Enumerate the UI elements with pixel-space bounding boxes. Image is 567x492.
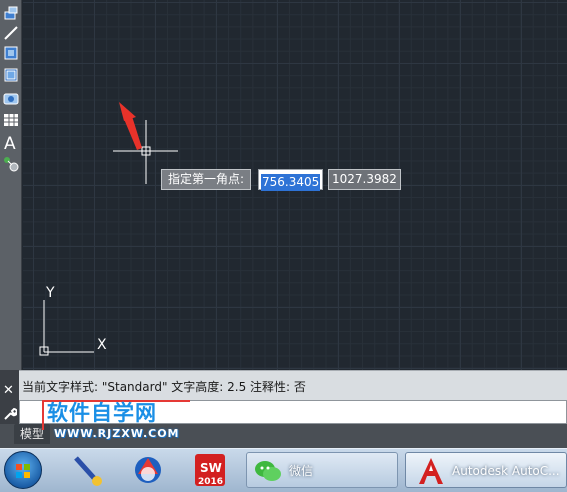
tab-model[interactable]: 模型 <box>14 424 51 444</box>
autocad-icon <box>419 458 443 484</box>
dynamic-input-prompt: 指定第一角点: <box>161 169 252 190</box>
ucs-y-label: Y <box>45 285 55 301</box>
wrench-icon[interactable] <box>3 406 18 425</box>
windows-logo-icon <box>16 464 30 478</box>
watermark-border-left <box>42 400 44 430</box>
svg-text:SW: SW <box>200 461 222 475</box>
watermark-url: WWW.RJZXW.COM <box>54 427 180 440</box>
x-value-text: 756.3405 <box>261 174 321 191</box>
taskbar-button-autocad[interactable]: Autodesk AutoC... <box>405 452 567 488</box>
dynamic-input-y-field[interactable]: 1027.3982 <box>328 169 401 190</box>
autocad-label: Autodesk AutoC... <box>452 464 560 478</box>
watermark-title: 软件自学网 <box>47 401 157 425</box>
ucs-icon <box>39 300 94 356</box>
wechat-label: 微信 <box>289 464 314 478</box>
pointer-arrow-icon <box>119 102 142 150</box>
taskbar-app-paintbrush[interactable] <box>70 452 106 488</box>
taskbar-button-wechat[interactable]: 微信 <box>246 452 398 488</box>
wechat-icon <box>255 461 281 481</box>
svg-text:2016: 2016 <box>198 477 223 487</box>
command-history-line: 当前文字样式: "Standard" 文字高度: 2.5 注释性: 否 <box>22 380 306 394</box>
paintbrush-icon <box>74 456 102 486</box>
taskbar-app-globe[interactable] <box>130 452 166 488</box>
solidworks-icon: SW 2016 <box>195 454 225 487</box>
taskbar-app-solidworks[interactable]: SW 2016 <box>192 452 228 488</box>
globe-app-icon <box>135 457 161 483</box>
start-button[interactable] <box>4 451 42 489</box>
ucs-x-label: X <box>97 337 107 353</box>
dynamic-input-x-field[interactable]: 756.3405 <box>258 169 323 191</box>
close-icon[interactable]: ✕ <box>3 384 14 398</box>
